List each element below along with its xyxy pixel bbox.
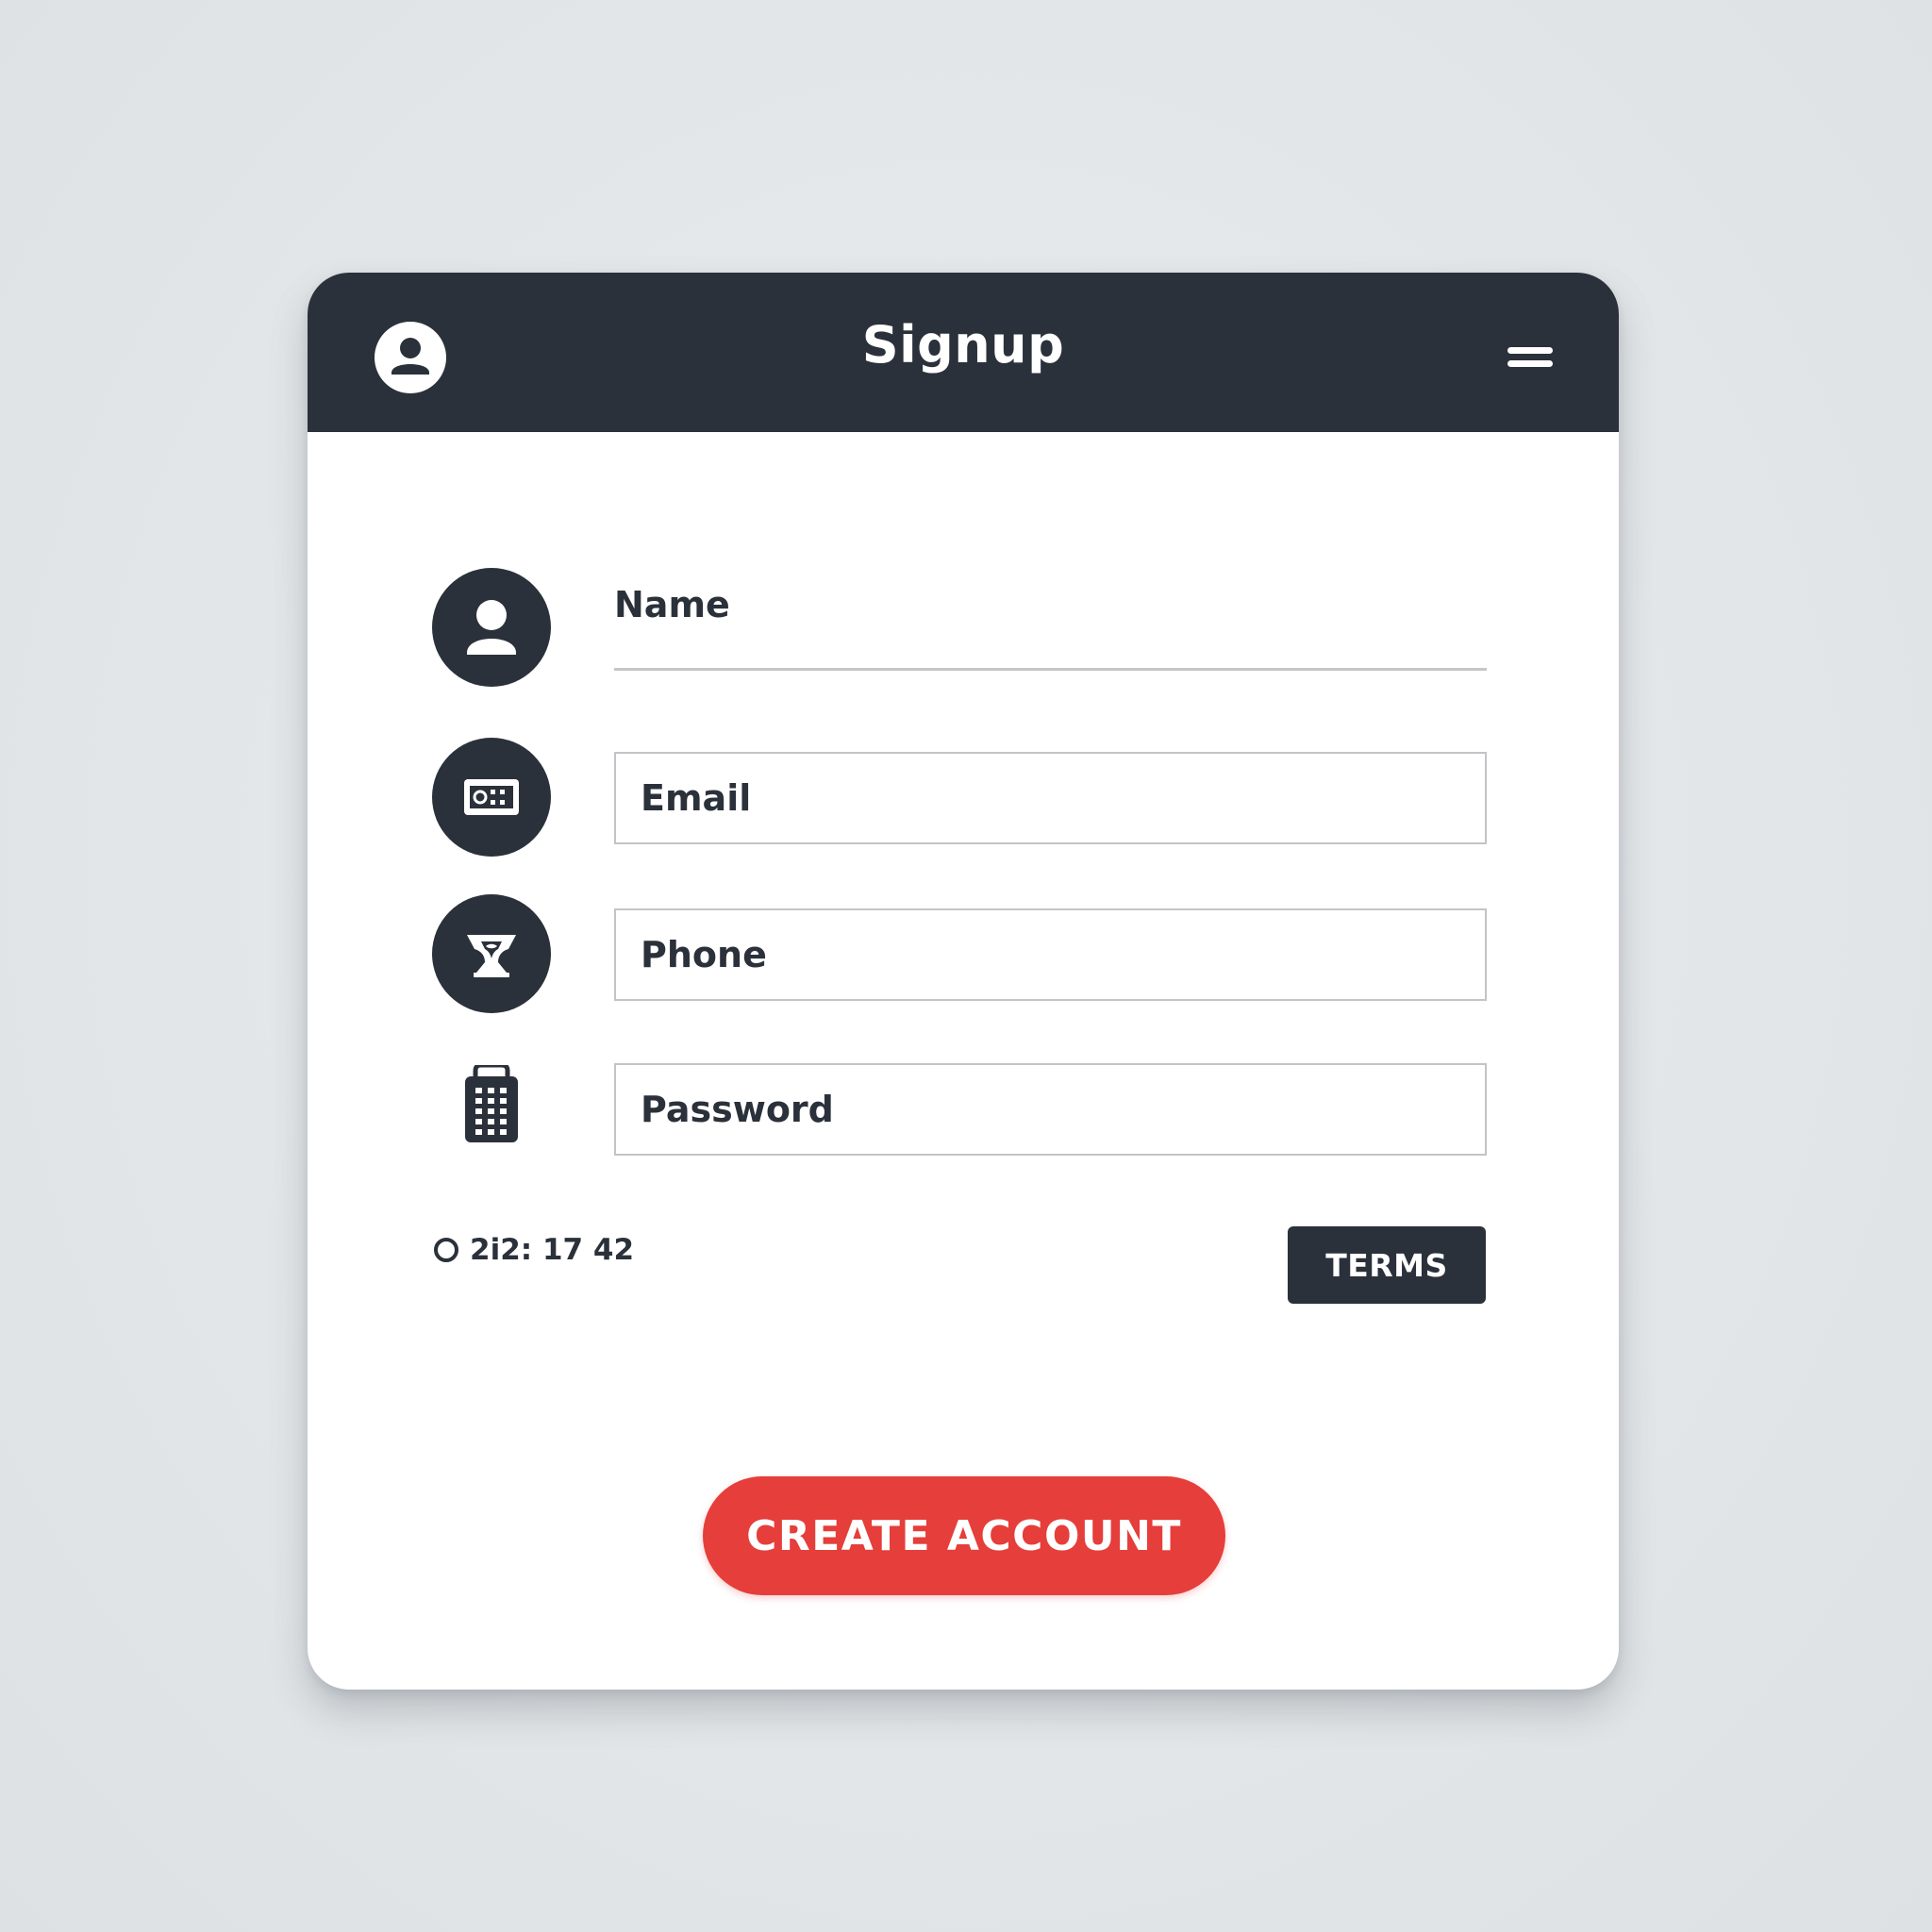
create-account-button[interactable]: CREATE ACCOUNT [703,1476,1225,1595]
name-field-underline[interactable] [614,668,1487,671]
name-field-label: Name [614,584,730,625]
page-title: Signup [861,315,1065,375]
id-card-icon [432,738,551,857]
signup-card: Signup Name Email Phone Password 2i2: 17… [308,273,1619,1690]
hamburger-menu-icon[interactable] [1506,339,1557,376]
status-text: 2i2: 17 42 [470,1233,635,1267]
email-input[interactable] [614,752,1487,844]
header-bar: Signup [308,273,1619,432]
password-input[interactable] [614,1063,1487,1156]
keypad-phone-icon [462,1062,521,1144]
phone-handset-icon [432,894,551,1013]
status-ring-icon [434,1238,458,1262]
status-readout: 2i2: 17 42 [434,1233,634,1267]
phone-input[interactable] [614,908,1487,1001]
person-icon [432,568,551,687]
page-background: Signup Name Email Phone Password 2i2: 17… [0,0,1932,1932]
terms-button[interactable]: TERMS [1288,1226,1486,1304]
